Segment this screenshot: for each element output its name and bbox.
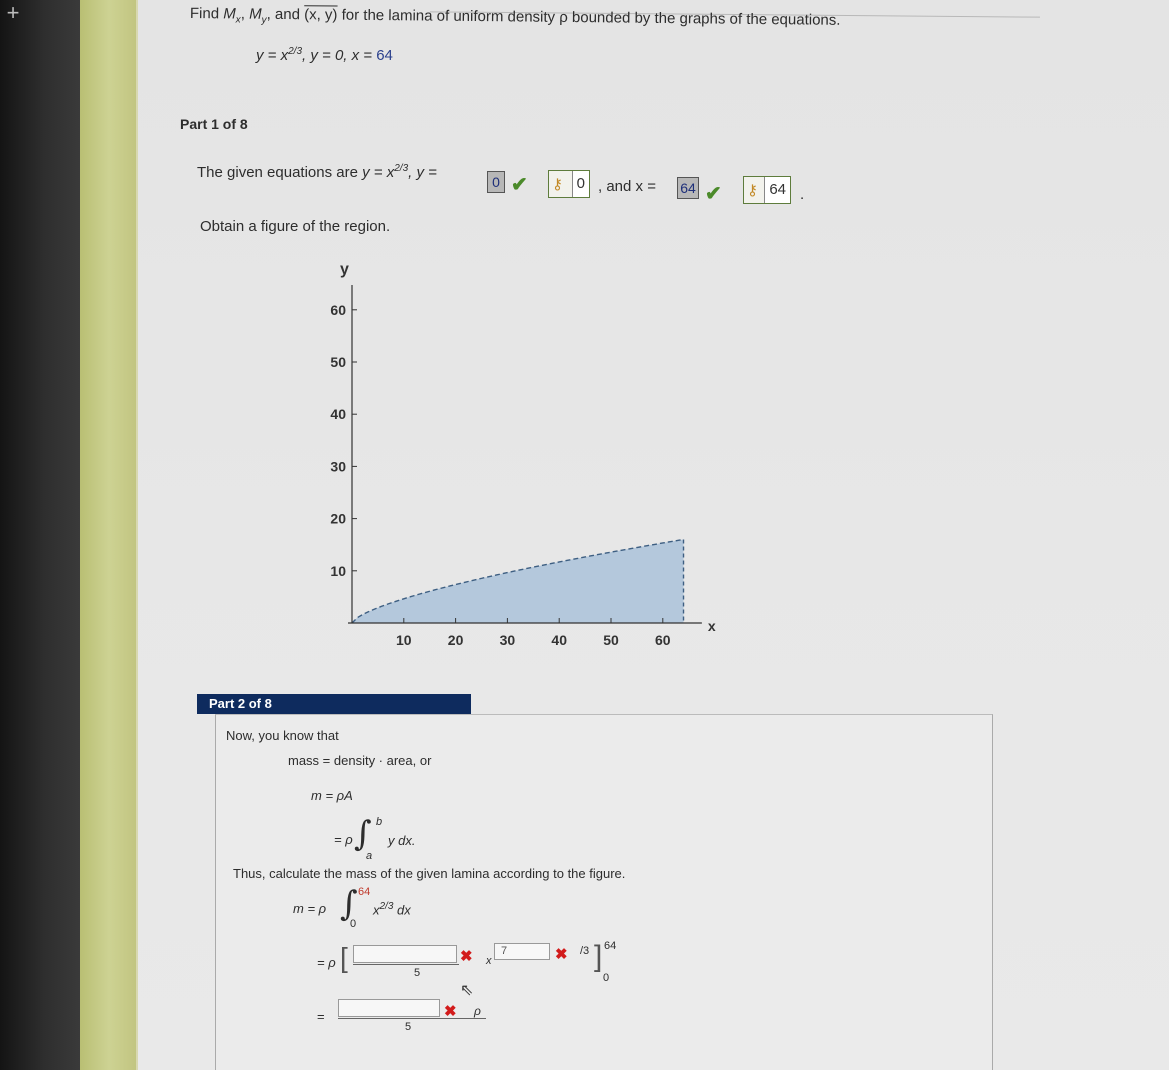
- step2-numerator-input[interactable]: [338, 999, 440, 1017]
- fraction-bar: [353, 964, 459, 965]
- region-fill: [352, 539, 684, 623]
- part1-label: Part 1 of 8: [180, 116, 248, 132]
- step1-numerator-input[interactable]: [353, 945, 457, 963]
- m-integral-upper: 64: [358, 886, 371, 898]
- part2-intro: Now, you know that: [226, 728, 339, 743]
- integrand: y dx.: [388, 833, 416, 848]
- x-key-value: 64: [764, 177, 790, 203]
- step1-x: x: [486, 955, 492, 967]
- step2-prefix: =: [317, 1009, 325, 1024]
- incorrect-icon: ✖: [555, 946, 568, 963]
- x-tick-label: 50: [603, 632, 619, 648]
- incorrect-icon: ✖: [460, 948, 473, 965]
- left-accent-bar: [80, 0, 138, 1070]
- integral-rho: = ρ: [334, 832, 353, 847]
- step2-rho: ρ: [474, 1004, 481, 1018]
- step1-exponent-value: 7: [501, 945, 508, 957]
- mass-instruction: Thus, calculate the mass of the given la…: [233, 866, 626, 881]
- y-tick-label: 10: [330, 563, 346, 579]
- x-answer-field[interactable]: 64: [677, 177, 699, 199]
- fraction-bar: [338, 1018, 486, 1019]
- step1-exponent-input[interactable]: 7: [494, 943, 550, 960]
- m-integral-prefix: m = ρ: [293, 901, 327, 916]
- x-answer-key-button[interactable]: ⚷ 64: [743, 176, 791, 204]
- m-rho-a: m = ρA: [311, 788, 353, 803]
- y-key-value: 0: [571, 171, 589, 197]
- incorrect-icon: ✖: [444, 1003, 457, 1020]
- m-integrand: x2/3 dx: [373, 901, 411, 918]
- y-answer-field[interactable]: 0: [487, 171, 505, 193]
- and-x-text: , and x =: [598, 178, 656, 195]
- period: .: [800, 186, 805, 203]
- right-bracket: ]: [594, 940, 603, 973]
- figure-instruction: Obtain a figure of the region.: [200, 218, 391, 235]
- check-icon: ✔: [511, 174, 528, 196]
- problem-equations: y = x2/3, y = 0, x = 64: [256, 46, 393, 64]
- integral-upper: b: [376, 816, 383, 828]
- cursor-icon: ⇖: [460, 982, 474, 999]
- y-answer-key-button[interactable]: ⚷ 0: [548, 170, 590, 198]
- integral-sign: ∫: [354, 814, 372, 854]
- part2-label: Part 2 of 8: [197, 694, 471, 714]
- y-axis-label: y: [340, 261, 349, 278]
- x-axis-label: x: [708, 618, 716, 634]
- plus-icon: +: [6, 0, 20, 25]
- check-icon: ✔: [705, 183, 722, 205]
- y-tick-label: 20: [330, 511, 346, 527]
- x-tick-label: 20: [448, 632, 464, 648]
- step1-denominator: 5: [414, 967, 421, 979]
- y-tick-label: 30: [330, 458, 346, 474]
- step1-exponent-tail: /3: [580, 945, 590, 957]
- y-tick-label: 40: [330, 406, 346, 422]
- monitor-bezel: [0, 0, 80, 1070]
- step1-lower: 0: [603, 972, 610, 984]
- left-bracket: [: [340, 942, 348, 973]
- m-integral-lower: 0: [350, 918, 357, 930]
- region-graph: 10 20 30 40 50 60 10 20 30 40 50 60 y x: [330, 261, 716, 648]
- integral-lower: a: [366, 850, 373, 862]
- step1-upper: 64: [604, 940, 617, 952]
- step2-denominator: 5: [405, 1021, 412, 1033]
- y-tick-label: 50: [330, 354, 346, 370]
- x-tick-label: 60: [655, 632, 671, 648]
- x-tick-label: 30: [500, 632, 516, 648]
- mass-formula: mass = density · area, or: [288, 753, 432, 768]
- x-tick-label: 10: [396, 632, 412, 648]
- x-tick-label: 40: [551, 632, 567, 648]
- y-tick-label: 60: [330, 302, 346, 318]
- given-equations-text: The given equations are y = x2/3, y =: [197, 163, 437, 181]
- step1-prefix: = ρ: [317, 955, 336, 970]
